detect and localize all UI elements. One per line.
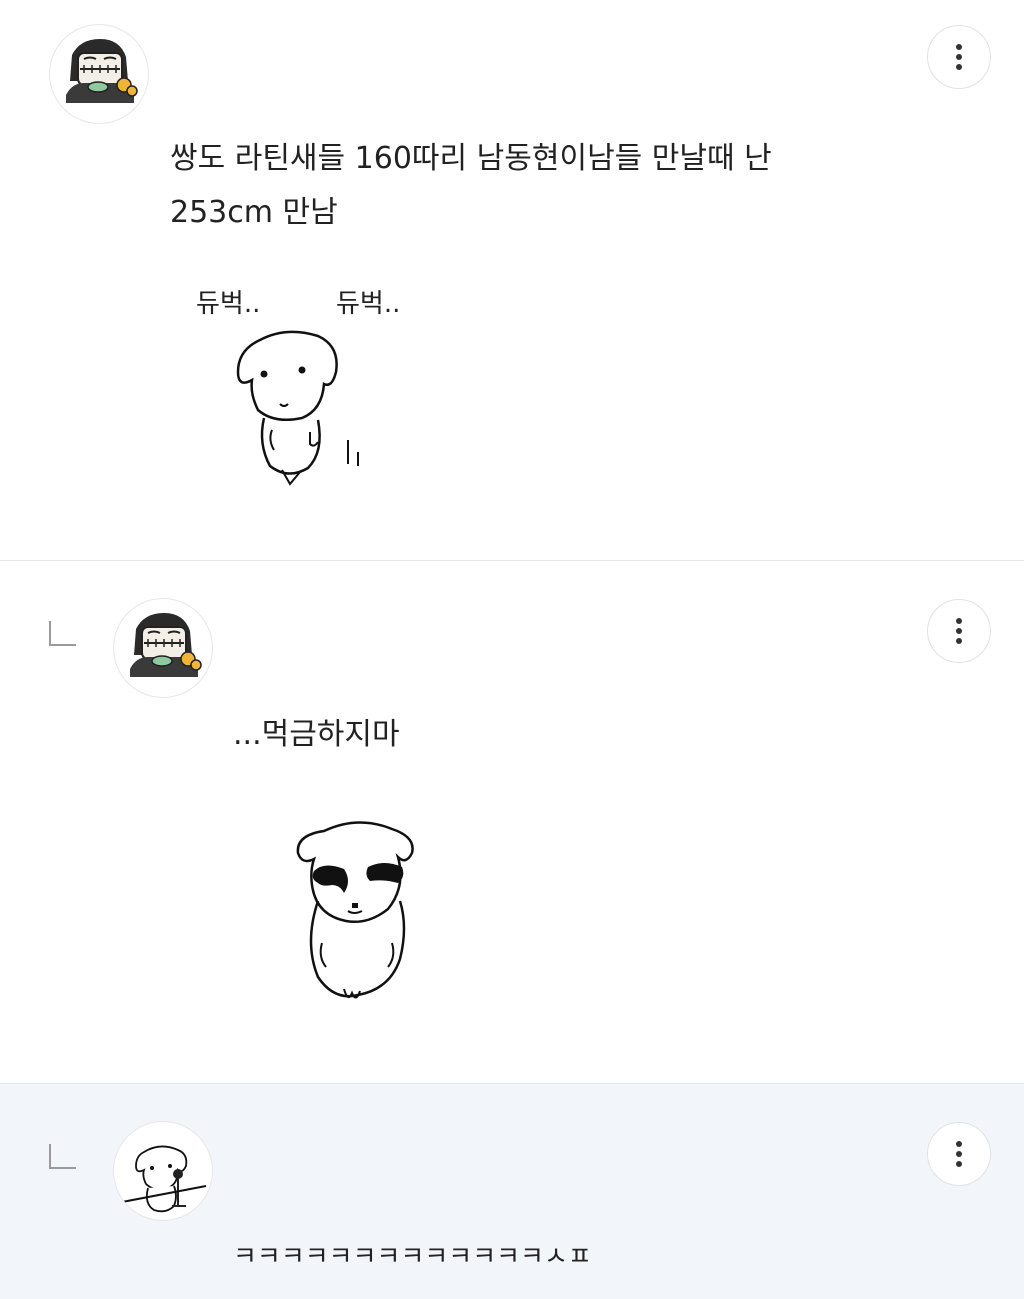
- more-vertical-icon: [956, 44, 962, 50]
- reply-comment-item: ㅋㅋㅋㅋㅋㅋㅋㅋㅋㅋㅋㅋㅋㅅㅍ: [0, 1084, 1024, 1299]
- sad-dog-sticker-image: [296, 821, 414, 999]
- comment-text: ㅋㅋㅋㅋㅋㅋㅋㅋㅋㅋㅋㅋㅋㅅㅍ: [233, 1242, 592, 1272]
- reply-arrow-icon: [49, 621, 76, 646]
- puppy-avatar-icon: [121, 1145, 207, 1213]
- cartoon-character-avatar-icon: [66, 39, 138, 103]
- sticker-caption-right: 듀벅..: [336, 289, 400, 319]
- comment-author-avatar[interactable]: [49, 24, 149, 124]
- reply-arrow-icon: [49, 1144, 76, 1169]
- cartoon-character-avatar-icon: [130, 613, 202, 677]
- reply-comment-item: ...먹금하지마: [0, 561, 1024, 1084]
- more-vertical-icon: [956, 618, 962, 624]
- more-options-button[interactable]: [927, 1122, 991, 1186]
- comment-author-avatar[interactable]: [113, 1121, 213, 1221]
- comment-text: ...먹금하지마: [233, 717, 400, 752]
- more-options-button[interactable]: [927, 599, 991, 663]
- dog-sticker-image: 듀벅.. 듀벅..: [196, 289, 400, 486]
- sticker-caption-left: 듀벅..: [196, 289, 260, 319]
- more-vertical-icon: [956, 1141, 962, 1147]
- comment-item: 쌍도 라틴새들 160따리 남동현이남들 만날때 난 253cm 만남 듀벅..…: [0, 0, 1024, 561]
- comment-text: 쌍도 라틴새들 160따리 남동현이남들 만날때 난 253cm 만남: [170, 141, 772, 230]
- more-options-button[interactable]: [927, 25, 991, 89]
- comment-author-avatar[interactable]: [113, 598, 213, 698]
